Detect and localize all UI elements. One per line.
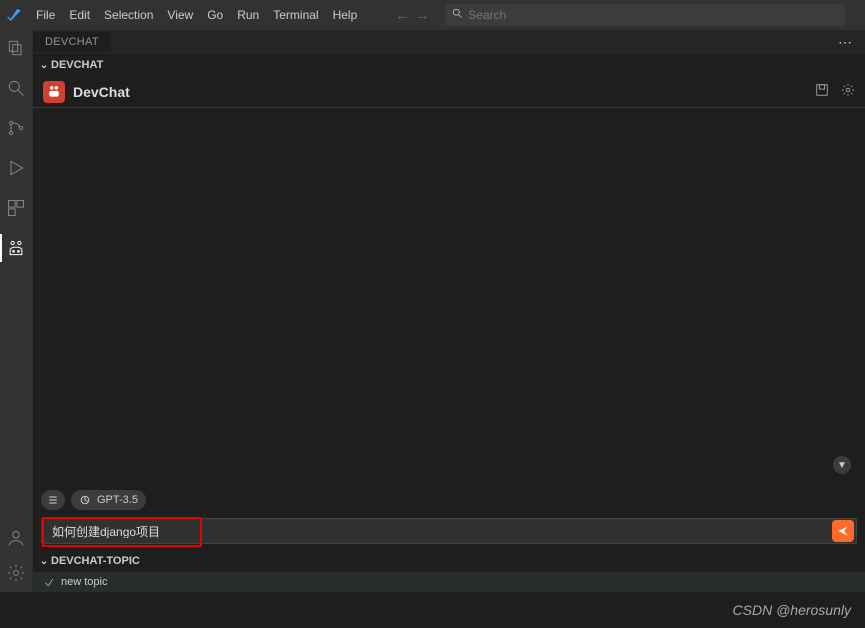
devchat-header: DevChat: [33, 76, 865, 108]
menu-item-terminal[interactable]: Terminal: [267, 5, 324, 25]
panel-more-icon[interactable]: ⋯: [838, 34, 865, 51]
activity-explorer-icon[interactable]: [4, 36, 28, 60]
save-icon[interactable]: [815, 83, 829, 100]
chevron-down-icon: ⌄: [37, 60, 51, 71]
watermark: CSDN @herosunly: [0, 592, 865, 628]
chat-input[interactable]: [42, 524, 832, 538]
section-devchat-label: DEVCHAT: [51, 59, 103, 71]
activity-bar: [0, 30, 32, 592]
menubar: File Edit Selection View Go Run Terminal…: [0, 0, 865, 30]
activity-devchat-icon[interactable]: [4, 236, 28, 260]
manage-gear-icon[interactable]: [6, 563, 26, 586]
workbench: DEVCHAT ⋯ ⌄ DEVCHAT DevChat ▼: [0, 30, 865, 592]
accounts-icon[interactable]: [6, 528, 26, 551]
activity-source-control-icon[interactable]: [4, 116, 28, 140]
tab-devchat[interactable]: DEVCHAT: [33, 32, 111, 52]
activity-run-debug-icon[interactable]: [4, 156, 28, 180]
watermark-text: CSDN @herosunly: [733, 602, 851, 618]
section-devchat-header[interactable]: ⌄ DEVCHAT: [33, 54, 865, 76]
devchat-title: DevChat: [73, 84, 130, 100]
menu-item-view[interactable]: View: [161, 5, 199, 25]
search-icon: [451, 7, 463, 22]
search-input[interactable]: [445, 4, 845, 26]
menu-item-selection[interactable]: Selection: [98, 5, 159, 25]
check-icon: [43, 576, 55, 588]
devchat-logo-icon: [43, 81, 65, 103]
chevron-down-icon: ⌄: [37, 556, 51, 567]
settings-gear-icon[interactable]: [841, 83, 855, 100]
menu-item-run[interactable]: Run: [231, 5, 265, 25]
chat-input-row: [41, 518, 857, 544]
topic-item[interactable]: new topic: [33, 572, 865, 592]
menu-item-go[interactable]: Go: [201, 5, 229, 25]
scroll-to-bottom-button[interactable]: ▼: [833, 456, 851, 474]
activity-extensions-icon[interactable]: [4, 196, 28, 220]
devchat-panel: DEVCHAT ⋯ ⌄ DEVCHAT DevChat ▼: [32, 30, 865, 592]
command-center[interactable]: [445, 4, 845, 26]
nav-forward-icon[interactable]: →: [415, 7, 429, 23]
menu-item-edit[interactable]: Edit: [63, 5, 96, 25]
panel-tab-row: DEVCHAT ⋯: [33, 30, 865, 54]
activity-search-icon[interactable]: [4, 76, 28, 100]
activity-bar-bottom: [0, 532, 32, 592]
topic-item-label: new topic: [61, 576, 107, 588]
model-selector[interactable]: GPT-3.5: [71, 490, 146, 510]
nav-arrows: ← →: [395, 7, 429, 23]
model-label: GPT-3.5: [97, 494, 138, 506]
nav-back-icon[interactable]: ←: [395, 7, 409, 23]
section-topic-header[interactable]: ⌄ DEVCHAT-TOPIC: [33, 550, 865, 572]
menu-item-file[interactable]: File: [30, 5, 61, 25]
section-topic-label: DEVCHAT-TOPIC: [51, 555, 140, 567]
menu-button[interactable]: [41, 490, 65, 510]
chat-controls: GPT-3.5: [33, 484, 865, 516]
vscode-logo-icon: [6, 7, 22, 23]
chat-body: ▼: [33, 108, 865, 484]
send-button[interactable]: [832, 520, 854, 542]
menu-item-help[interactable]: Help: [327, 5, 364, 25]
